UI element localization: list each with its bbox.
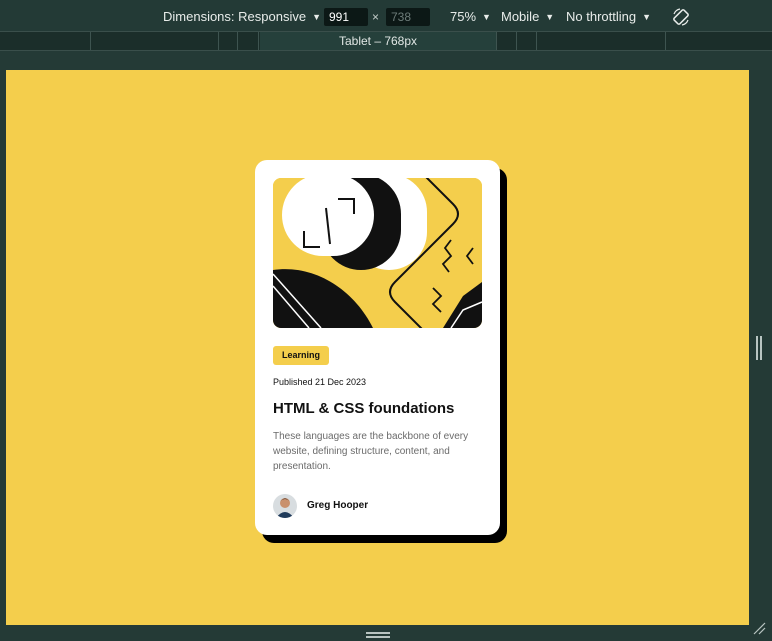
- ruler-segment[interactable]: [90, 32, 91, 50]
- throttling-label: No throttling: [566, 9, 637, 24]
- zoom-label: 75%: [450, 9, 477, 24]
- chevron-down-icon: ▼: [482, 11, 491, 22]
- rotate-icon[interactable]: [672, 8, 690, 26]
- chevron-down-icon: ▼: [312, 11, 321, 22]
- zoom-dropdown[interactable]: 75% ▼: [450, 9, 491, 24]
- ruler-segment[interactable]: [237, 32, 238, 50]
- avatar: [273, 494, 297, 518]
- device-type-label: Mobile: [501, 9, 540, 24]
- blog-preview-card[interactable]: Learning Published 21 Dec 2023 HTML & CS…: [255, 160, 500, 535]
- category-tag: Learning: [273, 346, 330, 365]
- device-type-dropdown[interactable]: Mobile ▼: [501, 9, 554, 24]
- media-query-ruler: Tablet – 768px: [0, 31, 772, 51]
- ruler-segment[interactable]: [258, 32, 259, 50]
- dimensions-label: Dimensions: Responsive: [163, 9, 307, 24]
- author-name: Greg Hooper: [307, 500, 369, 511]
- ruler-segment[interactable]: [218, 32, 219, 50]
- card-title[interactable]: HTML & CSS foundations: [273, 400, 454, 417]
- devtools-device-toolbar: Dimensions: Responsive ▼ 991 × 738 75% ▼…: [0, 0, 772, 34]
- resize-handle-bottom[interactable]: [366, 632, 390, 638]
- resize-handle-right[interactable]: [756, 336, 762, 360]
- dimension-separator: ×: [372, 10, 380, 24]
- ruler-segment[interactable]: [536, 32, 537, 50]
- card-illustration: [273, 178, 482, 328]
- ruler-segment[interactable]: [665, 32, 666, 50]
- chevron-down-icon: ▼: [545, 11, 555, 22]
- throttling-dropdown[interactable]: No throttling ▼: [566, 9, 651, 24]
- resize-corner-icon[interactable]: [752, 621, 766, 635]
- tablet-breakpoint[interactable]: Tablet – 768px: [260, 32, 496, 50]
- height-input[interactable]: 738: [386, 8, 430, 26]
- ruler-segment[interactable]: [516, 32, 517, 50]
- published-date: Published 21 Dec 2023: [273, 377, 367, 387]
- width-input[interactable]: 991: [324, 8, 368, 26]
- illustration-image: [273, 178, 482, 328]
- card-description: These languages are the backbone of ever…: [273, 431, 469, 472]
- dimensions-dropdown[interactable]: Dimensions: Responsive ▼: [163, 9, 321, 24]
- chevron-down-icon: ▼: [642, 11, 652, 22]
- ruler-segment[interactable]: [496, 32, 497, 50]
